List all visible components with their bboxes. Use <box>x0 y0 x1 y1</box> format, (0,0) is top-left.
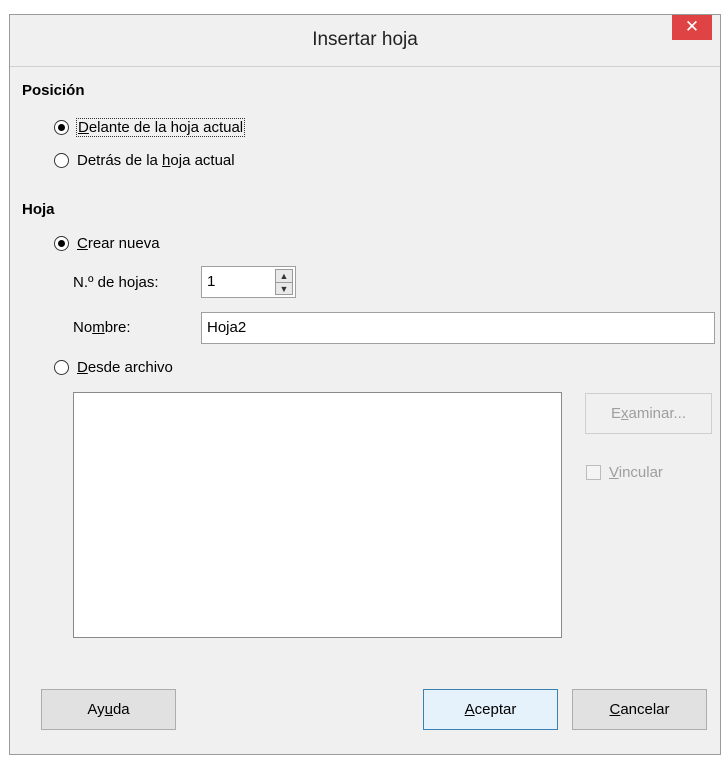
title-separator <box>10 66 720 67</box>
radio-label: Crear nueva <box>77 235 160 252</box>
cancel-button[interactable]: Cancelar <box>572 689 707 730</box>
spin-down-icon[interactable]: ▼ <box>276 283 292 295</box>
radio-before-current-sheet[interactable]: Delante de la hoja actual <box>54 118 246 137</box>
link-checkbox[interactable]: Vincular <box>586 464 663 481</box>
sheet-count-spinner[interactable]: ▲ ▼ <box>275 269 293 295</box>
spin-up-icon[interactable]: ▲ <box>276 270 292 283</box>
insert-sheet-dialog: Insertar hoja ✕ Posición Delante de la h… <box>9 14 721 755</box>
position-heading: Posición <box>22 82 85 99</box>
title-bar: Insertar hoja ✕ <box>10 15 720 66</box>
ok-button[interactable]: Aceptar <box>423 689 558 730</box>
radio-indicator <box>54 360 69 375</box>
radio-label: Delante de la hoja actual <box>75 118 246 137</box>
radio-label: Detrás de la hoja actual <box>77 152 235 169</box>
sheet-count-value: 1 <box>207 273 216 290</box>
radio-label: Desde archivo <box>77 359 173 376</box>
sheet-heading: Hoja <box>22 201 55 218</box>
radio-after-current-sheet[interactable]: Detrás de la hoja actual <box>54 152 235 169</box>
close-icon: ✕ <box>684 17 700 36</box>
radio-indicator <box>54 236 69 251</box>
file-sheets-list[interactable] <box>73 392 562 638</box>
dialog-title: Insertar hoja <box>312 29 418 50</box>
radio-from-file[interactable]: Desde archivo <box>54 359 173 376</box>
sheet-name-input[interactable]: Hoja2 <box>201 312 715 344</box>
sheet-name-label: Nombre: <box>73 319 131 336</box>
browse-button[interactable]: Examinar... <box>585 393 712 434</box>
sheet-count-label: N.º de hojas: <box>73 274 159 291</box>
sheet-name-value: Hoja2 <box>207 319 247 336</box>
checkbox-label: Vincular <box>609 464 663 481</box>
radio-indicator <box>54 153 69 168</box>
radio-indicator <box>54 120 69 135</box>
close-button[interactable]: ✕ <box>672 15 712 40</box>
checkbox-indicator <box>586 465 601 480</box>
radio-create-new[interactable]: Crear nueva <box>54 235 160 252</box>
help-button[interactable]: Ayuda <box>41 689 176 730</box>
